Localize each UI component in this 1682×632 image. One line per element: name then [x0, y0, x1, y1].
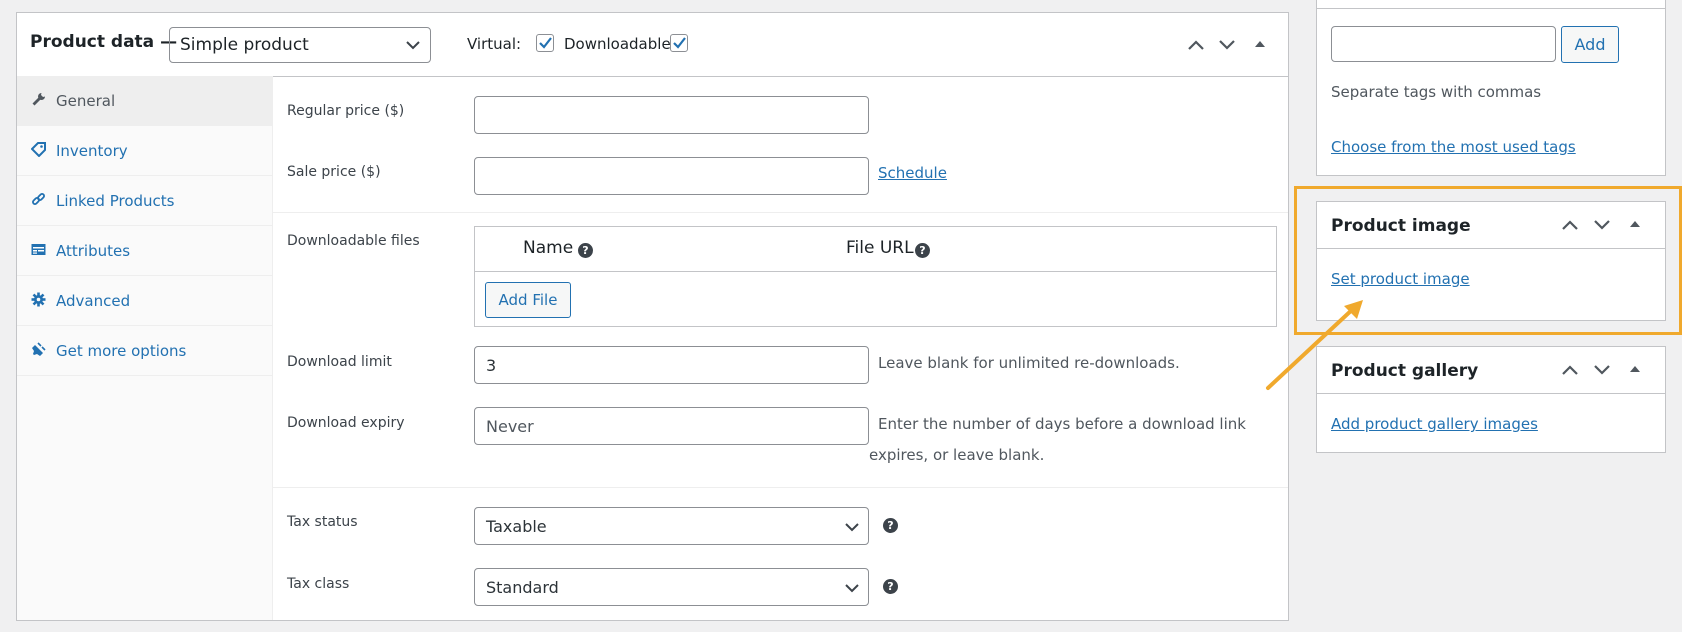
divider: [1317, 8, 1665, 9]
product-type-select[interactable]: Simple product: [169, 27, 431, 63]
files-table-header: Name ? File URL ?: [475, 227, 1276, 272]
tab-advanced-label: Advanced: [56, 292, 131, 310]
move-down-icon[interactable]: [1593, 364, 1611, 376]
tab-attributes[interactable]: Attributes: [17, 226, 272, 276]
add-product-gallery-images-link[interactable]: Add product gallery images: [1331, 415, 1538, 433]
move-up-icon[interactable]: [1187, 39, 1205, 51]
tab-general[interactable]: General: [17, 76, 272, 126]
divider: [272, 487, 1288, 488]
tab-attributes-label: Attributes: [56, 242, 131, 260]
virtual-checkbox[interactable]: [536, 34, 554, 52]
sale-price-label: Sale price ($): [287, 164, 381, 180]
help-icon[interactable]: ?: [883, 518, 898, 533]
download-limit-description: Leave blank for unlimited re-downloads.: [878, 354, 1180, 372]
tax-status-label: Tax status: [287, 514, 358, 530]
wrench-icon: [31, 92, 46, 107]
tab-advanced[interactable]: Advanced: [17, 276, 272, 326]
files-col-name: Name: [523, 238, 574, 258]
table-icon: [31, 242, 46, 257]
download-limit-value: 3: [486, 356, 497, 375]
tab-inventory-label: Inventory: [56, 142, 128, 160]
divider: [272, 212, 1288, 213]
sale-price-input[interactable]: [474, 157, 869, 195]
downloadable-checkbox[interactable]: [670, 34, 688, 52]
tax-class-label: Tax class: [287, 576, 350, 592]
regular-price-label: Regular price ($): [287, 103, 405, 119]
move-down-icon[interactable]: [1218, 39, 1236, 51]
download-expiry-input[interactable]: Never: [474, 407, 869, 445]
tags-input[interactable]: [1331, 26, 1556, 62]
downloadable-files-table: Name ? File URL ? Add File: [474, 226, 1277, 327]
tags-hint: Separate tags with commas: [1331, 83, 1542, 101]
checkmark-icon: [539, 37, 552, 49]
downloadable-files-label: Downloadable files: [287, 233, 420, 249]
collapse-toggle-icon[interactable]: [1629, 365, 1641, 373]
tax-class-select[interactable]: Standard: [474, 568, 869, 606]
regular-price-input[interactable]: [474, 96, 869, 134]
chevron-down-icon: [845, 523, 859, 532]
product-data-title: Product data —: [30, 32, 178, 52]
help-icon[interactable]: ?: [883, 579, 898, 594]
tax-class-value: Standard: [486, 578, 559, 597]
plugin-icon: [31, 342, 46, 357]
tab-get-more-options[interactable]: Get more options: [17, 326, 272, 376]
product-data-tabs: General Inventory Linked Products Attrib…: [17, 76, 273, 620]
help-icon[interactable]: ?: [915, 243, 930, 258]
download-expiry-description-line2: expires, or leave blank.: [869, 446, 1045, 464]
gear-icon: [31, 292, 46, 307]
schedule-link[interactable]: Schedule: [878, 164, 947, 182]
checkmark-icon: [673, 37, 686, 49]
collapse-toggle-icon[interactable]: [1254, 40, 1266, 48]
tab-linked-products-label: Linked Products: [56, 192, 175, 210]
link-icon: [31, 192, 46, 207]
virtual-label: Virtual:: [467, 35, 522, 53]
add-tag-button[interactable]: Add: [1561, 26, 1619, 63]
move-up-icon[interactable]: [1561, 364, 1579, 376]
chevron-down-icon: [845, 584, 859, 593]
downloadable-label: Downloadable:: [564, 35, 676, 53]
tab-get-more-options-label: Get more options: [56, 342, 187, 360]
tax-status-select[interactable]: Taxable: [474, 507, 869, 545]
tab-linked-products[interactable]: Linked Products: [17, 176, 272, 226]
add-file-button[interactable]: Add File: [485, 282, 571, 318]
product-type-value: Simple product: [180, 35, 309, 55]
annotation-arrow-icon: [1266, 300, 1363, 390]
tab-inventory[interactable]: Inventory: [17, 126, 272, 176]
product-data-header: Product data — Simple product Virtual: D…: [17, 13, 1288, 77]
help-icon[interactable]: ?: [578, 243, 593, 258]
files-col-url: File URL: [846, 238, 914, 258]
download-limit-label: Download limit: [287, 354, 392, 370]
tag-icon: [31, 142, 46, 157]
chevron-down-icon: [406, 41, 420, 50]
choose-most-used-tags-link[interactable]: Choose from the most used tags: [1331, 138, 1576, 156]
download-expiry-placeholder: Never: [486, 417, 534, 436]
tax-status-value: Taxable: [486, 517, 547, 536]
download-expiry-label: Download expiry: [287, 415, 405, 431]
tab-general-label: General: [56, 92, 116, 110]
download-expiry-description-line1: Enter the number of days before a downlo…: [878, 415, 1246, 433]
download-limit-input[interactable]: 3: [474, 346, 869, 384]
